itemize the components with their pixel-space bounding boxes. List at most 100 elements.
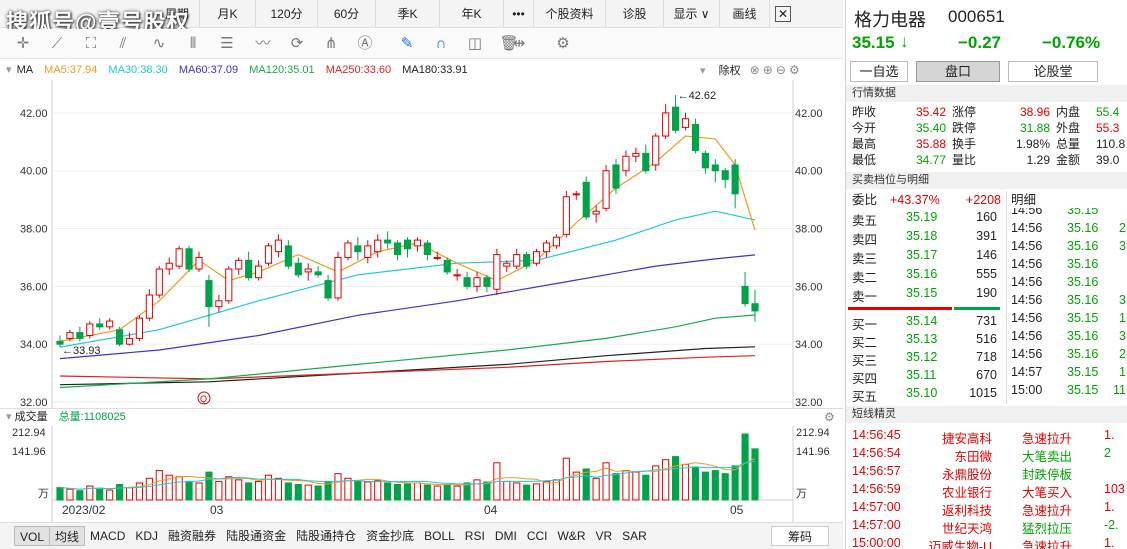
indicator-tab-5[interactable]: 陆股通资金 — [221, 526, 291, 546]
volume-bar-down — [751, 448, 759, 501]
indicator-tab-6[interactable]: 陆股通持仓 — [291, 526, 361, 546]
indicator-tab-4[interactable]: 融资融券 — [163, 526, 221, 546]
ask-volume: 391 — [976, 229, 997, 243]
wave-icon[interactable]: ∿ — [148, 34, 170, 54]
bid-label: 买五 — [852, 390, 878, 404]
stock-diagnosis-button[interactable]: 诊股 — [606, 0, 664, 28]
volume-bar-down — [294, 484, 302, 501]
pitchfork-icon[interactable]: ⋔ — [320, 34, 342, 54]
volume-bar-down — [354, 480, 362, 501]
candle-up — [215, 300, 223, 308]
candle-down — [284, 245, 292, 267]
quote-label: 昨收 — [852, 105, 877, 119]
indicator-tab-vol0[interactable]: VOL — [14, 526, 51, 546]
display-dropdown[interactable]: 显示 ∨ — [664, 0, 720, 28]
fan-icon[interactable]: ⫽ — [112, 34, 134, 54]
ask-price: 35.15 — [906, 286, 938, 300]
candle-up — [592, 210, 600, 215]
drawing-button[interactable]: 画线 — [720, 0, 770, 28]
candle-up — [681, 118, 690, 128]
indicator-tab-vr13[interactable]: VR — [590, 526, 617, 546]
price-tick-right: 38.00 — [795, 224, 823, 236]
indicator-tab-sar14[interactable]: SAR — [617, 526, 652, 546]
period-tab-yearly[interactable]: 年K — [440, 0, 504, 28]
vol-tick-right: 141.96 — [796, 446, 830, 458]
crosshair-icon[interactable]: ✛ — [12, 34, 34, 54]
low-annotation: ←33.93 — [62, 345, 101, 357]
split-icon[interactable]: ⇹ — [508, 34, 530, 54]
volume-bar-down — [523, 484, 531, 501]
tab-order-book[interactable]: 盘口 — [916, 61, 1000, 82]
tab-watchlist[interactable]: 一自选 — [850, 61, 908, 82]
bars-icon[interactable]: ⦀ — [182, 34, 204, 54]
chart-pane: 周期 月K 120分 60分 季K 年K ••• 个股资料 诊股 显示 ∨ 画线… — [0, 0, 843, 549]
add-circle-icon[interactable]: ⊕ — [763, 63, 773, 77]
tab-forum[interactable]: 论股堂 — [1008, 61, 1098, 82]
candle-up — [364, 245, 372, 258]
candle-down — [751, 303, 759, 312]
indicator-tab-wr12[interactable]: W&R — [552, 526, 590, 546]
short-stock-name: 东田微 — [954, 450, 992, 464]
candle-down — [403, 239, 412, 250]
volume-total: 总量:1108025 — [58, 411, 126, 423]
indicator-tab-rsi9[interactable]: RSI — [460, 526, 490, 546]
candle-down — [691, 123, 700, 151]
close-circle-icon[interactable]: ⊗ — [750, 63, 760, 77]
magnet-icon[interactable]: ∩ — [430, 34, 452, 54]
short-stock-name: 返利科技 — [941, 504, 992, 518]
cycle-icon[interactable]: ⟳ — [286, 34, 308, 54]
indicator-tab-7[interactable]: 资金抄底 — [361, 526, 419, 546]
vol-unit-left: 万 — [38, 488, 49, 500]
fib-icon[interactable]: ☰ — [216, 34, 238, 54]
text-icon[interactable]: Ⓐ — [354, 34, 376, 54]
close-icon[interactable]: ✕ — [770, 0, 796, 28]
stock-profile-button[interactable]: 个股资料 — [534, 0, 606, 28]
volume-bar-down — [56, 487, 64, 501]
pen-icon[interactable]: ✎ — [396, 34, 418, 54]
detail-volume: 1 — [1119, 311, 1126, 325]
quote-label: 最低 — [852, 153, 877, 167]
volume-chart[interactable]: 212.94 141.96 万 212.94 141.96 万 2023/02 03 04 05 — [0, 426, 843, 522]
price-tick-left: 40.00 — [20, 166, 48, 178]
short-value: 103 — [1104, 482, 1125, 496]
volume-bar-up — [364, 481, 372, 501]
minus-circle-icon[interactable]: ⊖ — [776, 63, 786, 77]
period-tab-120min[interactable]: 120分 — [256, 0, 318, 28]
indicator-tab-boll8[interactable]: BOLL — [419, 526, 460, 546]
line-tool-icon[interactable]: ⟋ — [46, 34, 68, 54]
ma250-value: MA250:33.60 — [325, 64, 392, 76]
candle-down — [483, 277, 491, 287]
ma180-line — [59, 346, 756, 386]
volume-settings-icon[interactable]: ⚙ — [824, 409, 835, 426]
volume-bar-down — [671, 456, 680, 501]
price-chart[interactable]: 42.00 42.00 40.00 40.00 38.00 38.00 36.00 36.00… — [0, 80, 843, 408]
indicator-tab-macd2[interactable]: MACD — [85, 526, 130, 546]
price-tick-left: 38.00 — [20, 224, 48, 236]
period-tab-monthly[interactable]: 月K — [200, 0, 256, 28]
settings-icon[interactable]: ⚙ — [552, 34, 574, 54]
detail-time: 14:56 — [1011, 208, 1043, 217]
indicator-tab-kdj3[interactable]: KDJ — [130, 526, 163, 546]
volume-bar-up — [304, 484, 312, 501]
crop-icon[interactable]: ⛶ — [80, 34, 102, 54]
gear-icon[interactable]: ⚙ — [789, 63, 800, 77]
trend-icon[interactable]: 〰 — [252, 34, 274, 54]
indicator-tab-cci11[interactable]: CCI — [522, 526, 553, 546]
indicator-tab-dmi10[interactable]: DMI — [490, 526, 522, 546]
volume-bar-up — [542, 480, 551, 501]
volume-bar-up — [145, 477, 153, 501]
period-tab-60min[interactable]: 60分 — [318, 0, 376, 28]
short-stock-name: 迈威生物-U — [928, 540, 992, 549]
indicator-tab-1[interactable]: 均线 — [49, 526, 86, 546]
chip-distribution-button[interactable]: 筹码 — [770, 526, 829, 546]
more-menu-button[interactable]: ••• — [504, 0, 534, 28]
period-tab-quarterly[interactable]: 季K — [376, 0, 440, 28]
lock-icon[interactable]: ◫ — [464, 34, 486, 54]
quote-label: 量比 — [952, 153, 977, 167]
adjust-dropdown[interactable]: 除权 — [719, 65, 741, 77]
ask-volume: 555 — [976, 267, 997, 281]
candle-down — [324, 280, 332, 299]
detail-time: 14:56 — [1011, 239, 1043, 253]
short-line-header: 短线精灵 — [846, 406, 1127, 423]
candle-up — [165, 262, 173, 270]
